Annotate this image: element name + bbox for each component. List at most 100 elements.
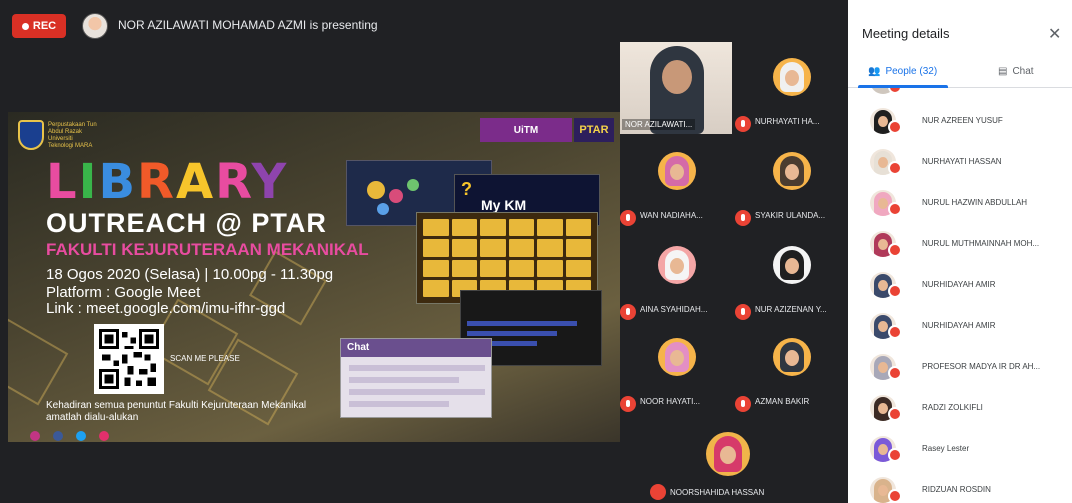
tile-name: NUR AZIZENAN Y...: [755, 305, 827, 314]
mic-off-icon: [888, 407, 902, 421]
title-letter: R: [137, 154, 177, 210]
tile-name: SYAKIR ULANDA...: [755, 211, 826, 220]
question-icon: ?: [461, 179, 472, 199]
event-link: Link : meet.google.com/imu-ifhr-ggd: [46, 300, 286, 317]
tab-chat[interactable]: ▤ Chat: [998, 66, 1034, 77]
event-platform: Platform : Google Meet: [46, 284, 201, 301]
self-video-tile[interactable]: NOR AZILAWATI...: [620, 42, 732, 134]
tile-name: AINA SYAHIDAH...: [640, 305, 708, 314]
hexagon-decoration: [8, 318, 69, 406]
participant-tile[interactable]: NOOR HAYATI...: [620, 322, 732, 414]
participant-name: RIDZUAN ROSDIN: [922, 485, 991, 494]
panel-tabs: 👥 People (32) ▤ Chat: [848, 58, 1072, 88]
tab-people-label: People (32): [885, 66, 938, 77]
participant-list-item[interactable]: RADZI ZOLKIFLI: [848, 389, 1072, 429]
participant-tile[interactable]: NURHAYATI HA...: [735, 42, 847, 134]
mykm-label: My KM: [481, 197, 527, 213]
tile-name: WAN NADIAHA...: [640, 211, 703, 220]
instagram-link: [30, 431, 43, 441]
tab-people[interactable]: 👥 People (32): [868, 66, 937, 77]
participant-list-item[interactable]: NURUL MUTHMAINNAH MOH...: [848, 225, 1072, 265]
event-date: 18 Ogos 2020 (Selasa) | 10.00pg - 11.30p…: [46, 266, 334, 283]
participant-avatar: [773, 246, 811, 284]
title-letter: L: [46, 154, 79, 210]
participant-tile[interactable]: AINA SYAHIDAH...: [620, 230, 732, 322]
tile-name: NOORSHAHIDA HASSAN: [670, 488, 765, 497]
participant-name: NURHAYATI HASSAN: [922, 157, 1002, 166]
mic-off-icon: [888, 448, 902, 462]
participant-list-item[interactable]: NURHAYATI HASSAN: [848, 143, 1072, 183]
title-letter: R: [215, 154, 252, 210]
mic-off-icon: [735, 396, 751, 412]
tab-chat-label: Chat: [1012, 66, 1034, 77]
participant-name: NURUL HAZWIN ABDULLAH: [922, 198, 1028, 207]
mic-off-icon: [888, 161, 902, 175]
participant-name: NURHIDAYAH AMIR: [922, 321, 996, 330]
mic-off-icon: [735, 210, 751, 226]
participant-list-item[interactable]: RIDZUAN ROSDIN: [848, 471, 1072, 503]
participant-name: NURUL MUTHMAINNAH MOH...: [922, 239, 1040, 248]
participant-list-item[interactable]: [848, 88, 1072, 102]
presenter-avatar: [82, 13, 108, 39]
twitter-link: [76, 431, 89, 441]
badge-right: PTAR: [574, 118, 614, 142]
participant-list-item[interactable]: NUR AZREEN YUSUF: [848, 102, 1072, 142]
tile-name: AZMAN BAKIR: [755, 397, 810, 406]
participant-tile[interactable]: NUR AZIZENAN Y...: [735, 230, 847, 322]
chat-icon: ▤: [998, 66, 1008, 77]
mic-off-icon: [888, 284, 902, 298]
mic-off-icon: [650, 484, 666, 500]
scan-label: SCAN ME PLEASE: [170, 354, 240, 363]
participant-list-item[interactable]: NURUL HAZWIN ABDULLAH: [848, 184, 1072, 224]
screenshot-chat: Chat: [340, 338, 492, 418]
participant-avatar: [658, 338, 696, 376]
close-icon[interactable]: ✕: [1048, 24, 1061, 44]
mic-off-icon: [735, 116, 751, 132]
participant-face: [662, 60, 692, 94]
mic-off-icon: [888, 243, 902, 257]
participant-list-item[interactable]: PROFESOR MADYA IR DR AH...: [848, 348, 1072, 388]
participant-tile[interactable]: SYAKIR ULANDA...: [735, 136, 847, 228]
participant-avatar: [658, 152, 696, 190]
tile-name: NOOR HAYATI...: [640, 397, 701, 406]
mic-off-icon: [620, 396, 636, 412]
mic-off-icon: [888, 366, 902, 380]
participant-avatar: [773, 152, 811, 190]
library-title: LIBRARY: [46, 154, 288, 210]
outreach-title: OUTREACH @ PTAR: [46, 208, 327, 238]
participant-tile[interactable]: AZMAN BAKIR: [735, 322, 847, 414]
tile-name: NOR AZILAWATI...: [622, 119, 696, 130]
presentation-slide: Perpustakaan Tun Abdul Razak Universiti …: [8, 112, 620, 442]
mic-off-icon: [888, 120, 902, 134]
mic-off-icon: [888, 489, 902, 503]
social-links: [30, 430, 112, 442]
presenter-status: NOR AZILAWATI MOHAMAD AZMI is presenting: [118, 18, 378, 32]
instagram-icon: [99, 431, 109, 441]
participant-avatar: [658, 246, 696, 284]
title-letter: A: [176, 154, 216, 210]
participant-tile[interactable]: NOORSHAHIDA HASSAN: [640, 412, 820, 503]
mic-off-icon: [888, 202, 902, 216]
participant-tile[interactable]: WAN NADIAHA...: [620, 136, 732, 228]
recording-indicator: REC: [12, 14, 66, 38]
participant-list-item[interactable]: NURHIDAYAH AMIR: [848, 307, 1072, 347]
participant-name: NUR AZREEN YUSUF: [922, 116, 1003, 125]
twitter-icon: [76, 431, 86, 441]
facebook-icon: [53, 431, 63, 441]
participant-name: NURHIDAYAH AMIR: [922, 280, 996, 289]
title-letter: I: [78, 154, 99, 210]
badge-left: UiTM: [480, 118, 572, 142]
participant-list-item[interactable]: Rasey Lester: [848, 430, 1072, 470]
qr-code: [94, 324, 164, 394]
participant-avatar: [773, 58, 811, 96]
mic-off-icon: [888, 325, 902, 339]
panel-title: Meeting details: [862, 26, 950, 41]
participant-list-item[interactable]: NURHIDAYAH AMIR: [848, 266, 1072, 306]
participant-list: NUR AZREEN YUSUF NURHAYATI HASSAN NURUL HA…: [848, 88, 1072, 503]
faculty-subtitle: FAKULTI KEJURUTERAAN MEKANIKAL: [46, 240, 369, 259]
record-dot-icon: [21, 22, 29, 30]
participant-name: PROFESOR MADYA IR DR AH...: [922, 362, 1041, 371]
title-letter: B: [98, 154, 138, 210]
tile-name: NURHAYATI HA...: [755, 117, 820, 126]
instagram-link: [99, 431, 112, 441]
